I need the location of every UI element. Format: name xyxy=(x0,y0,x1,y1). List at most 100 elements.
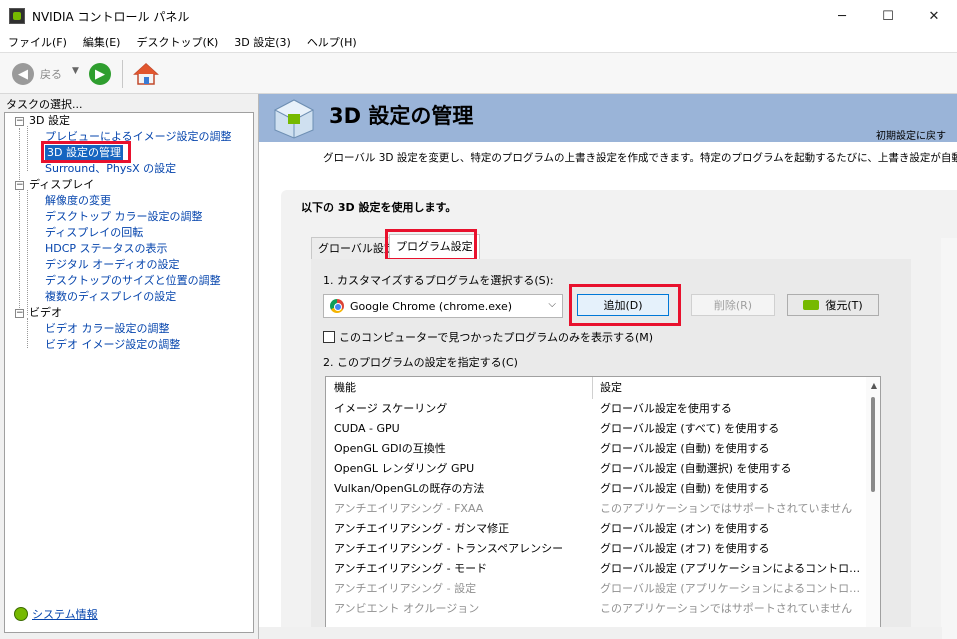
tree-item-multi-display[interactable]: 複数のディスプレイの設定 xyxy=(45,289,176,305)
step2-label: 2. このプログラムの設定を指定する(C) xyxy=(323,356,518,369)
table-row[interactable]: イメージ スケーリング グローバル設定を使用する xyxy=(326,399,866,419)
tree-guide xyxy=(27,126,28,171)
column-header-feature[interactable]: 機能 xyxy=(334,378,356,398)
setting-cell[interactable]: グローバル設定を使用する xyxy=(600,399,862,419)
feature-cell: CUDA - GPU xyxy=(334,422,400,435)
page-banner: 3D 設定の管理 初期設定に戻す xyxy=(259,94,957,142)
tree-guide xyxy=(19,128,20,312)
table-row[interactable]: OpenGL レンダリング GPU グローバル設定 (自動選択) を使用する xyxy=(326,459,866,479)
window-title: NVIDIA コントロール パネル xyxy=(32,9,190,24)
table-row[interactable]: アンチエイリアシング - トランスペアレンシー グローバル設定 (オフ) を使用… xyxy=(326,539,866,559)
scroll-up-icon[interactable]: ▲ xyxy=(871,381,877,390)
setting-cell[interactable]: グローバル設定 (アプリケーションによるコントロール) を... xyxy=(600,559,862,579)
system-info-link[interactable]: システム情報 xyxy=(14,606,98,622)
grid-header: 機能 設定 xyxy=(326,377,866,399)
table-row[interactable]: アンチエイリアシング - FXAA このアプリケーションではサポートされていませ… xyxy=(326,499,866,519)
tree-item-digital-audio[interactable]: デジタル オーディオの設定 xyxy=(45,257,180,273)
table-row[interactable]: アンチエイリアシング - モード グローバル設定 (アプリケーションによるコント… xyxy=(326,559,866,579)
content-scrollbar[interactable] xyxy=(941,238,957,639)
menu-help[interactable]: ヘルプ(H) xyxy=(299,34,365,50)
table-row[interactable]: OpenGL GDIの互換性 グローバル設定 (自動) を使用する xyxy=(326,439,866,459)
back-arrow-icon[interactable]: ◀ xyxy=(12,63,34,85)
table-row[interactable]: Vulkan/OpenGLの既存の方法 グローバル設定 (自動) を使用する xyxy=(326,479,866,499)
column-header-setting[interactable]: 設定 xyxy=(600,378,862,398)
menu-3d-settings[interactable]: 3D 設定(3) xyxy=(226,34,299,50)
task-panel: タスクの選択... − 3D 設定 プレビューによるイメージ設定の調整 3D 設… xyxy=(0,94,258,639)
step1-label: 1. カスタマイズするプログラムを選択する(S): xyxy=(323,274,554,287)
highlight-box xyxy=(385,229,477,261)
forward-arrow-icon[interactable]: ▶ xyxy=(89,63,111,85)
task-header: タスクの選択... xyxy=(6,98,83,111)
collapse-3d-icon[interactable]: − xyxy=(15,117,24,126)
setting-cell[interactable]: グローバル設定 (すべて) を使用する xyxy=(600,419,862,439)
tree-item-resolution[interactable]: 解像度の変更 xyxy=(45,193,111,209)
menu-bar: ファイル(F) 編集(E) デスクトップ(K) 3D 設定(3) ヘルプ(H) xyxy=(0,32,957,52)
tree-guide xyxy=(27,190,28,315)
table-row[interactable]: アンビエント オクルージョン このアプリケーションではサポートされていません xyxy=(326,599,866,619)
feature-cell: Vulkan/OpenGLの既存の方法 xyxy=(334,482,485,495)
feature-cell: アンチエイリアシング - ガンマ修正 xyxy=(334,522,510,535)
content-panel: 3D 設定の管理 初期設定に戻す グローバル 3D 設定を変更し、特定のプログラ… xyxy=(258,94,957,639)
table-row[interactable]: CUDA - GPU グローバル設定 (すべて) を使用する xyxy=(326,419,866,439)
setting-cell[interactable]: グローバル設定 (自動) を使用する xyxy=(600,479,862,499)
menu-desktop[interactable]: デスクトップ(K) xyxy=(128,34,226,50)
setting-cell: このアプリケーションではサポートされていません xyxy=(600,502,853,515)
feature-cell: アンチエイリアシング - トランスペアレンシー xyxy=(334,542,564,555)
setting-cell[interactable]: グローバル設定 (自動) を使用する xyxy=(600,439,862,459)
minimize-button[interactable]: ─ xyxy=(819,0,865,32)
collapse-display-icon[interactable]: − xyxy=(15,181,24,190)
tree-item-surround[interactable]: Surround、PhysX の設定 xyxy=(45,161,176,177)
tree-item-desktop-color[interactable]: デスクトップ カラー設定の調整 xyxy=(45,209,203,225)
tree-category-video[interactable]: ビデオ xyxy=(29,305,62,321)
setting-cell[interactable]: グローバル設定 (オフ) を使用する xyxy=(600,539,862,559)
chevron-down-icon[interactable]: ⌵ xyxy=(548,299,556,310)
menu-file[interactable]: ファイル(F) xyxy=(0,34,75,50)
only-found-label[interactable]: このコンピューターで見つかったプログラムのみを表示する(M) xyxy=(339,329,653,345)
highlight-box xyxy=(569,284,681,326)
task-tree: − 3D 設定 プレビューによるイメージ設定の調整 3D 設定の管理 Surro… xyxy=(4,112,254,633)
only-found-checkbox[interactable] xyxy=(323,331,335,343)
maximize-button[interactable]: ☐ xyxy=(865,0,911,32)
tree-item-hdcp[interactable]: HDCP ステータスの表示 xyxy=(45,241,168,257)
close-button[interactable]: ✕ xyxy=(911,0,957,32)
restore-button-label: 復元(T) xyxy=(825,299,863,312)
home-icon[interactable] xyxy=(133,61,159,87)
grid-scrollbar[interactable]: ▲ xyxy=(866,377,880,638)
grid-scroll-thumb[interactable] xyxy=(871,397,875,492)
feature-cell: イメージ スケーリング xyxy=(334,402,448,415)
feature-cell: アンチエイリアシング - 設定 xyxy=(334,582,477,595)
tree-category-display[interactable]: ディスプレイ xyxy=(29,177,94,193)
menu-edit[interactable]: 編集(E) xyxy=(75,34,129,50)
system-info-label[interactable]: システム情報 xyxy=(32,606,98,622)
program-select[interactable]: Google Chrome (chrome.exe) ⌵ xyxy=(323,294,563,318)
setting-cell[interactable]: グローバル設定 (オン) を使用する xyxy=(600,519,862,539)
system-info-icon xyxy=(14,607,28,621)
3d-cube-icon xyxy=(273,99,315,139)
toolbar-separator xyxy=(122,60,123,88)
column-separator[interactable] xyxy=(592,377,593,399)
collapse-video-icon[interactable]: − xyxy=(15,309,24,318)
tree-item-rotate[interactable]: ディスプレイの回転 xyxy=(45,225,143,241)
chrome-icon xyxy=(330,299,344,313)
tree-category-3d[interactable]: 3D 設定 xyxy=(29,113,70,129)
setting-cell[interactable]: グローバル設定 (自動選択) を使用する xyxy=(600,459,862,479)
remove-button[interactable]: 削除(R) xyxy=(691,294,775,316)
tree-item-video-image[interactable]: ビデオ イメージ設定の調整 xyxy=(45,337,180,353)
page-description: グローバル 3D 設定を変更し、特定のプログラムの上書き設定を作成できます。特定… xyxy=(323,152,957,164)
feature-cell: アンチエイリアシング - FXAA xyxy=(334,502,484,515)
feature-cell: アンチエイリアシング - モード xyxy=(334,562,488,575)
setting-cell[interactable]: グローバル設定 (アプリケーションによるコントロール) を... xyxy=(600,579,862,599)
title-bar: NVIDIA コントロール パネル ─ ☐ ✕ xyxy=(0,0,957,32)
content-horizontal-scrollbar[interactable] xyxy=(259,627,942,639)
tree-item-video-color[interactable]: ビデオ カラー設定の調整 xyxy=(45,321,170,337)
back-dropdown-icon[interactable]: ▼ xyxy=(72,66,79,76)
highlight-box xyxy=(41,141,131,163)
tree-item-desktop-size[interactable]: デスクトップのサイズと位置の調整 xyxy=(45,273,221,289)
table-row[interactable]: アンチエイリアシング - ガンマ修正 グローバル設定 (オン) を使用する xyxy=(326,519,866,539)
table-row[interactable]: アンチエイリアシング - 設定 グローバル設定 (アプリケーションによるコントロ… xyxy=(326,579,866,599)
feature-cell: OpenGL レンダリング GPU xyxy=(334,462,475,475)
feature-cell: アンビエント オクルージョン xyxy=(334,602,480,615)
restore-defaults-link[interactable]: 初期設定に戻す xyxy=(876,127,946,142)
back-label[interactable]: 戻る xyxy=(40,66,62,82)
restore-button[interactable]: 復元(T) xyxy=(787,294,879,316)
